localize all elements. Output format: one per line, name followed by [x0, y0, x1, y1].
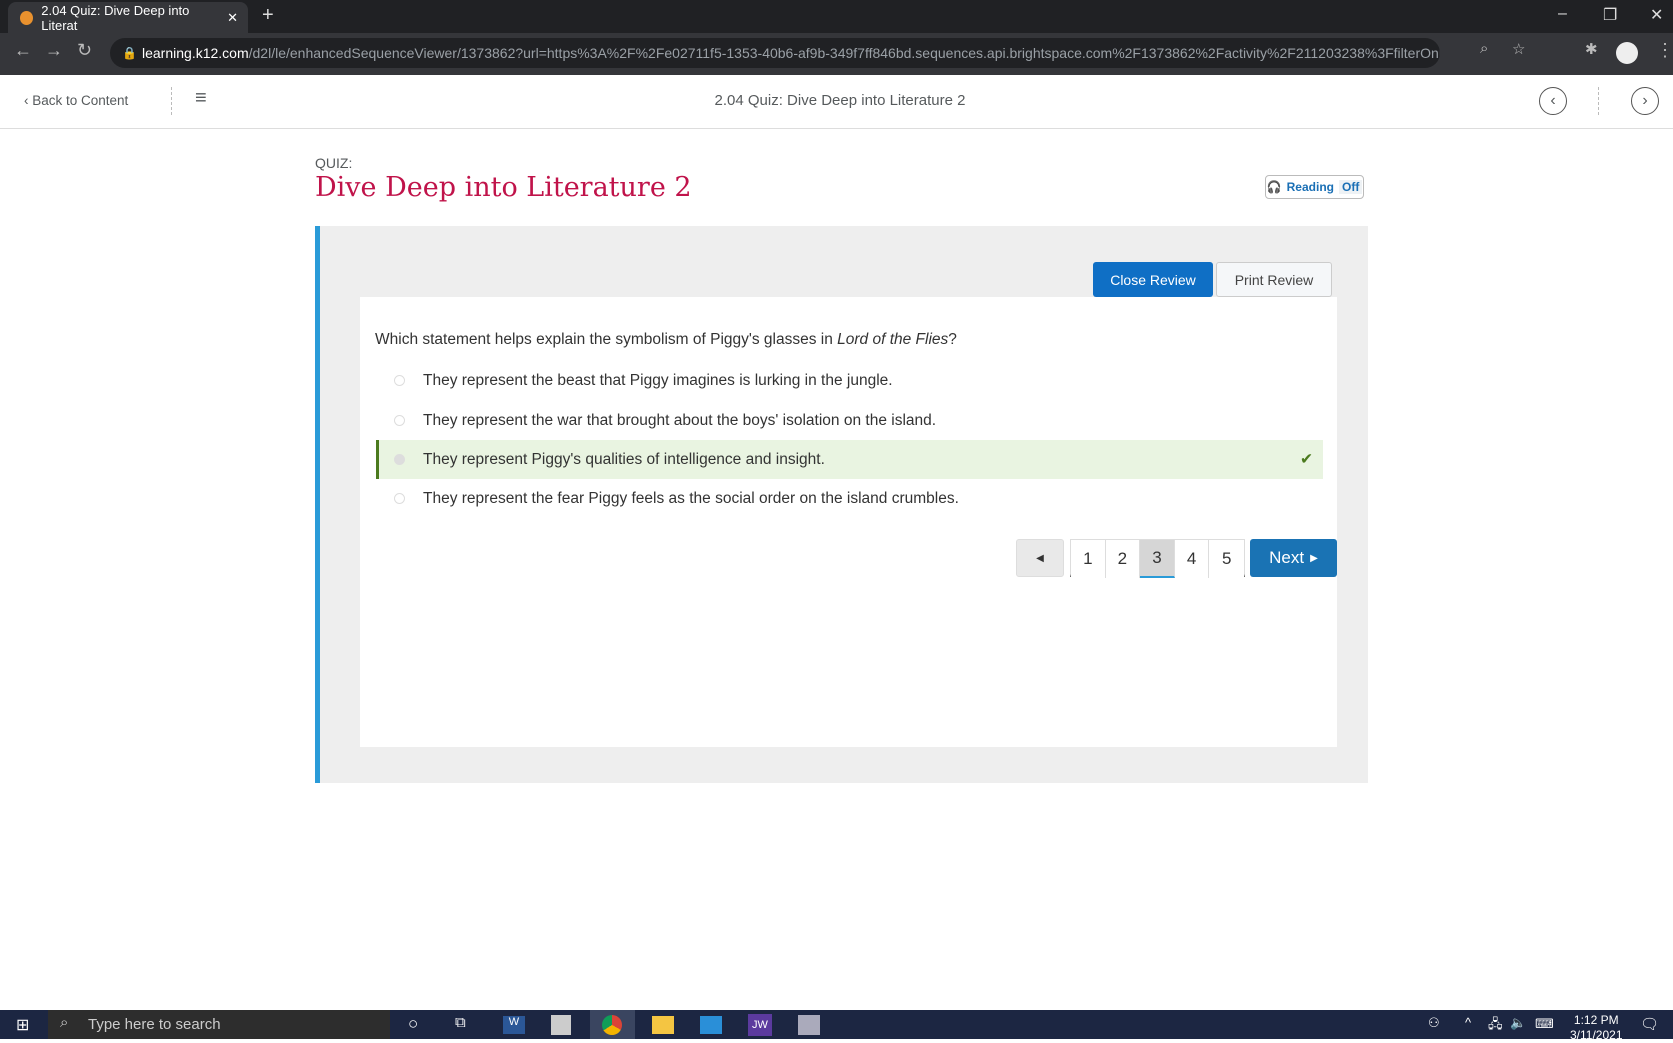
close-review-button[interactable]: Close Review — [1093, 262, 1213, 297]
answer-option[interactable]: They represent the war that brought abou… — [376, 401, 1323, 440]
browser-tab[interactable]: 2.04 Quiz: Dive Deep into Literat ✕ — [8, 2, 248, 33]
forward-icon[interactable]: → — [45, 40, 63, 61]
restore-icon[interactable]: ❐ — [1603, 5, 1617, 25]
chrome-taskbar-item[interactable] — [590, 1010, 635, 1039]
question-card: Which statement helps explain the symbol… — [360, 297, 1337, 747]
address-bar-row: ← → ↻ 🔒 learning.k12.com/d2l/le/enhanced… — [0, 33, 1673, 75]
content-header: ‹ Back to Content ≡ 2.04 Quiz: Dive Deep… — [0, 75, 1673, 129]
previous-page-button[interactable]: ◀ — [1016, 539, 1064, 577]
reading-label: Reading — [1286, 180, 1334, 194]
store-icon[interactable] — [551, 1015, 571, 1035]
quiz-panel: Close Review Print Review Which statemen… — [315, 226, 1368, 783]
url-host: learning.k12.com — [142, 45, 249, 61]
reading-toggle[interactable]: 🎧 Reading Off — [1265, 175, 1364, 199]
chevron-up-icon[interactable]: ^ — [1465, 1015, 1471, 1030]
people-icon[interactable]: ⚇ — [1428, 1015, 1440, 1031]
url-path: /d2l/le/enhancedSequenceViewer/1373862?u… — [248, 45, 1440, 61]
page-1-button[interactable]: 1 — [1071, 540, 1106, 578]
next-button[interactable]: Next ▶ — [1250, 539, 1337, 577]
close-window-icon[interactable]: ✕ — [1650, 5, 1663, 25]
page-2-button[interactable]: 2 — [1105, 540, 1141, 578]
checkmark-icon: ✔ — [1300, 451, 1313, 468]
radio-button[interactable] — [394, 375, 405, 386]
question-text: Which statement helps explain the symbol… — [375, 331, 957, 348]
file-explorer-icon[interactable] — [652, 1016, 674, 1034]
back-icon[interactable]: ← — [14, 40, 32, 61]
mail-icon[interactable] — [700, 1016, 722, 1034]
keyboard-icon[interactable]: ⌨ — [1535, 1016, 1554, 1032]
profile-avatar[interactable] — [1616, 42, 1638, 64]
previous-activity-button[interactable]: ‹ — [1539, 87, 1567, 115]
page-title: 2.04 Quiz: Dive Deep into Literature 2 — [714, 92, 966, 109]
answer-option-selected-correct[interactable]: They represent Piggy's qualities of inte… — [376, 440, 1323, 479]
radio-button-selected[interactable] — [394, 454, 405, 465]
task-view-icon[interactable]: ⧉ — [455, 1014, 466, 1031]
minimize-icon[interactable]: – — [1558, 5, 1567, 23]
windows-taskbar: ⊞ ⌕ Type here to search ○ ⧉ W JW ⚇ ^ 🖧 🔈 … — [0, 1010, 1673, 1042]
close-tab-icon[interactable]: ✕ — [227, 10, 238, 26]
browser-tab-bar: 2.04 Quiz: Dive Deep into Literat ✕ + – … — [0, 0, 1673, 33]
windows-start-icon[interactable]: ⊞ — [16, 1015, 29, 1035]
tab-title: 2.04 Quiz: Dive Deep into Literat — [41, 2, 190, 33]
quiz-title: Dive Deep into Literature 2 — [315, 172, 692, 203]
pagination: 1 2 3 4 5 — [1070, 539, 1245, 578]
page-4-button[interactable]: 4 — [1174, 540, 1210, 578]
new-tab-icon[interactable]: + — [262, 4, 274, 27]
network-icon[interactable]: 🖧 — [1488, 1015, 1503, 1037]
play-arrow-icon: ▶ — [1310, 552, 1318, 564]
jw-app-icon[interactable]: JW — [748, 1014, 772, 1036]
radio-button[interactable] — [394, 493, 405, 504]
page-3-button-current[interactable]: 3 — [1140, 540, 1175, 578]
cortana-icon[interactable]: ○ — [408, 1014, 418, 1034]
app-icon[interactable] — [798, 1015, 820, 1035]
notifications-icon[interactable]: 🗨 — [1640, 1015, 1659, 1033]
extensions-icon[interactable]: ✱ — [1585, 40, 1598, 58]
word-icon[interactable]: W — [503, 1016, 525, 1034]
radio-button[interactable] — [394, 415, 405, 426]
answer-option[interactable]: They represent the beast that Piggy imag… — [376, 361, 1323, 400]
url-input[interactable]: 🔒 learning.k12.com/d2l/le/enhancedSequen… — [110, 38, 1440, 68]
reading-state: Off — [1338, 180, 1363, 194]
chrome-icon — [602, 1015, 622, 1035]
next-activity-button[interactable]: › — [1631, 87, 1659, 115]
site-favicon-icon — [20, 10, 34, 25]
headphones-icon: 🎧 — [1266, 180, 1282, 194]
reload-icon[interactable]: ↻ — [77, 40, 92, 61]
zoom-icon[interactable]: ⌕ — [1480, 40, 1488, 57]
quiz-label: QUIZ: — [315, 155, 353, 171]
divider — [1598, 87, 1599, 115]
print-review-button[interactable]: Print Review — [1216, 262, 1332, 297]
lock-icon: 🔒 — [122, 46, 137, 60]
page-5-button[interactable]: 5 — [1209, 540, 1245, 578]
bookmark-star-icon[interactable]: ☆ — [1512, 40, 1525, 58]
menu-icon[interactable]: ⋮ — [1656, 40, 1673, 61]
taskbar-search-input[interactable]: ⌕ Type here to search — [48, 1010, 390, 1039]
search-icon: ⌕ — [60, 1014, 69, 1031]
volume-icon[interactable]: 🔈 — [1510, 1015, 1526, 1031]
answer-option[interactable]: They represent the fear Piggy feels as t… — [376, 479, 1323, 518]
